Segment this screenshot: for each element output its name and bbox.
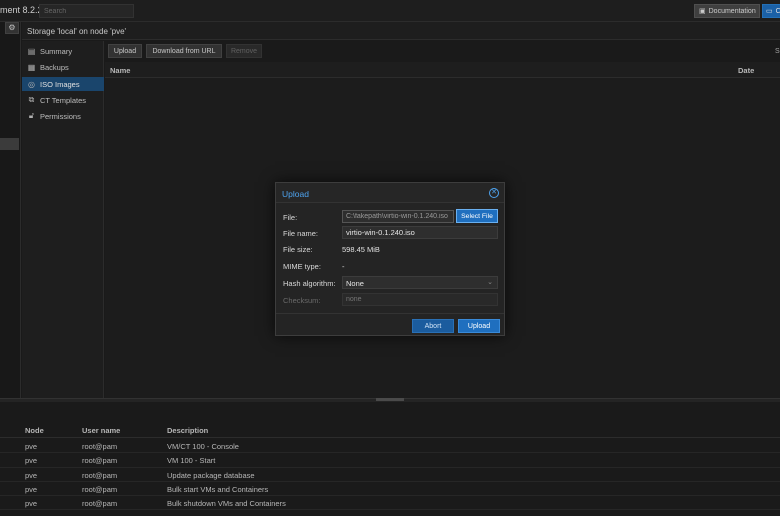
upload-dialog: Upload ✕ File: Select File File name: Fi… [275, 182, 505, 336]
hash-algorithm-select[interactable]: None ⌄ [342, 276, 498, 289]
dialog-upload-button[interactable]: Upload [458, 319, 500, 333]
hash-algorithm-value: None [346, 279, 364, 288]
dialog-title-bar: Upload ✕ [276, 183, 504, 203]
dialog-footer: Abort Upload [276, 313, 504, 335]
filesize-label: File size: [283, 245, 313, 254]
file-path-field[interactable] [342, 210, 454, 223]
filename-label: File name: [283, 229, 319, 238]
checksum-label: Checksum: [283, 296, 321, 305]
mime-type-label: MIME type: [283, 262, 321, 271]
select-file-button[interactable]: Select File [456, 209, 498, 223]
checksum-field[interactable] [342, 293, 498, 306]
filename-field[interactable] [342, 226, 498, 239]
hash-algorithm-label: Hash algorithm: [283, 279, 336, 288]
close-icon[interactable]: ✕ [489, 188, 499, 198]
file-label: File: [283, 213, 298, 222]
dialog-title: Upload [282, 189, 309, 199]
chevron-down-icon: ⌄ [487, 279, 493, 286]
filesize-value: 598.45 MiB [342, 245, 380, 254]
abort-button[interactable]: Abort [412, 319, 454, 333]
mime-type-value: - [342, 262, 345, 271]
